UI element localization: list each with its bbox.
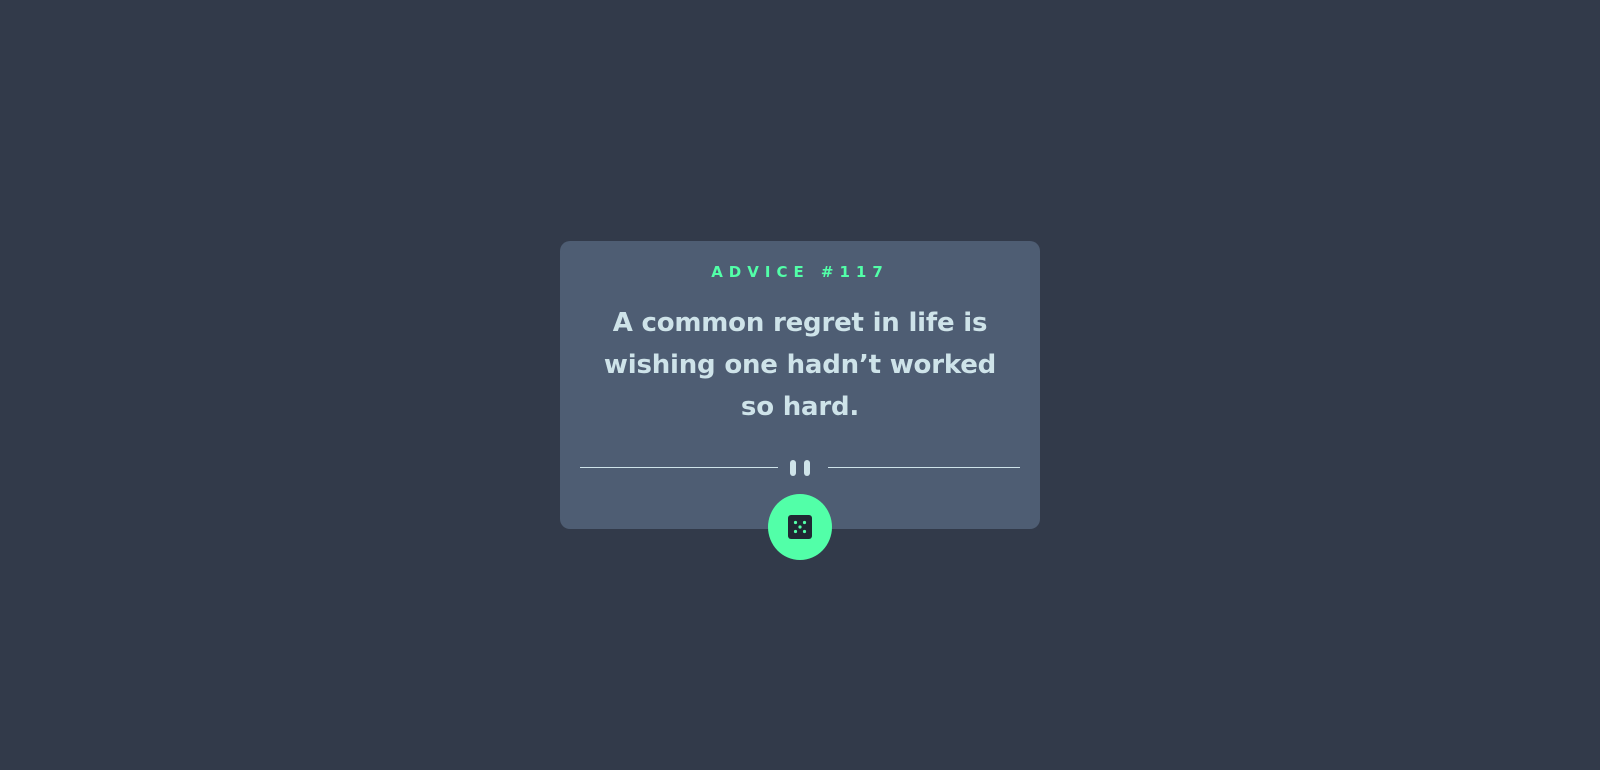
- advice-number-label: ADVICE #117: [711, 263, 889, 281]
- advice-card: ADVICE #117 A common regret in life is w…: [560, 241, 1040, 529]
- pause-bar-left: [790, 460, 796, 476]
- generate-advice-button[interactable]: [768, 494, 832, 560]
- divider-line-left: [580, 467, 778, 468]
- pause-bar-right: [804, 460, 810, 476]
- dice-icon: [788, 515, 812, 539]
- pause-icon: [790, 460, 812, 476]
- divider-line-right: [828, 467, 1020, 468]
- advice-quote: A common regret in life is wishing one h…: [603, 308, 997, 422]
